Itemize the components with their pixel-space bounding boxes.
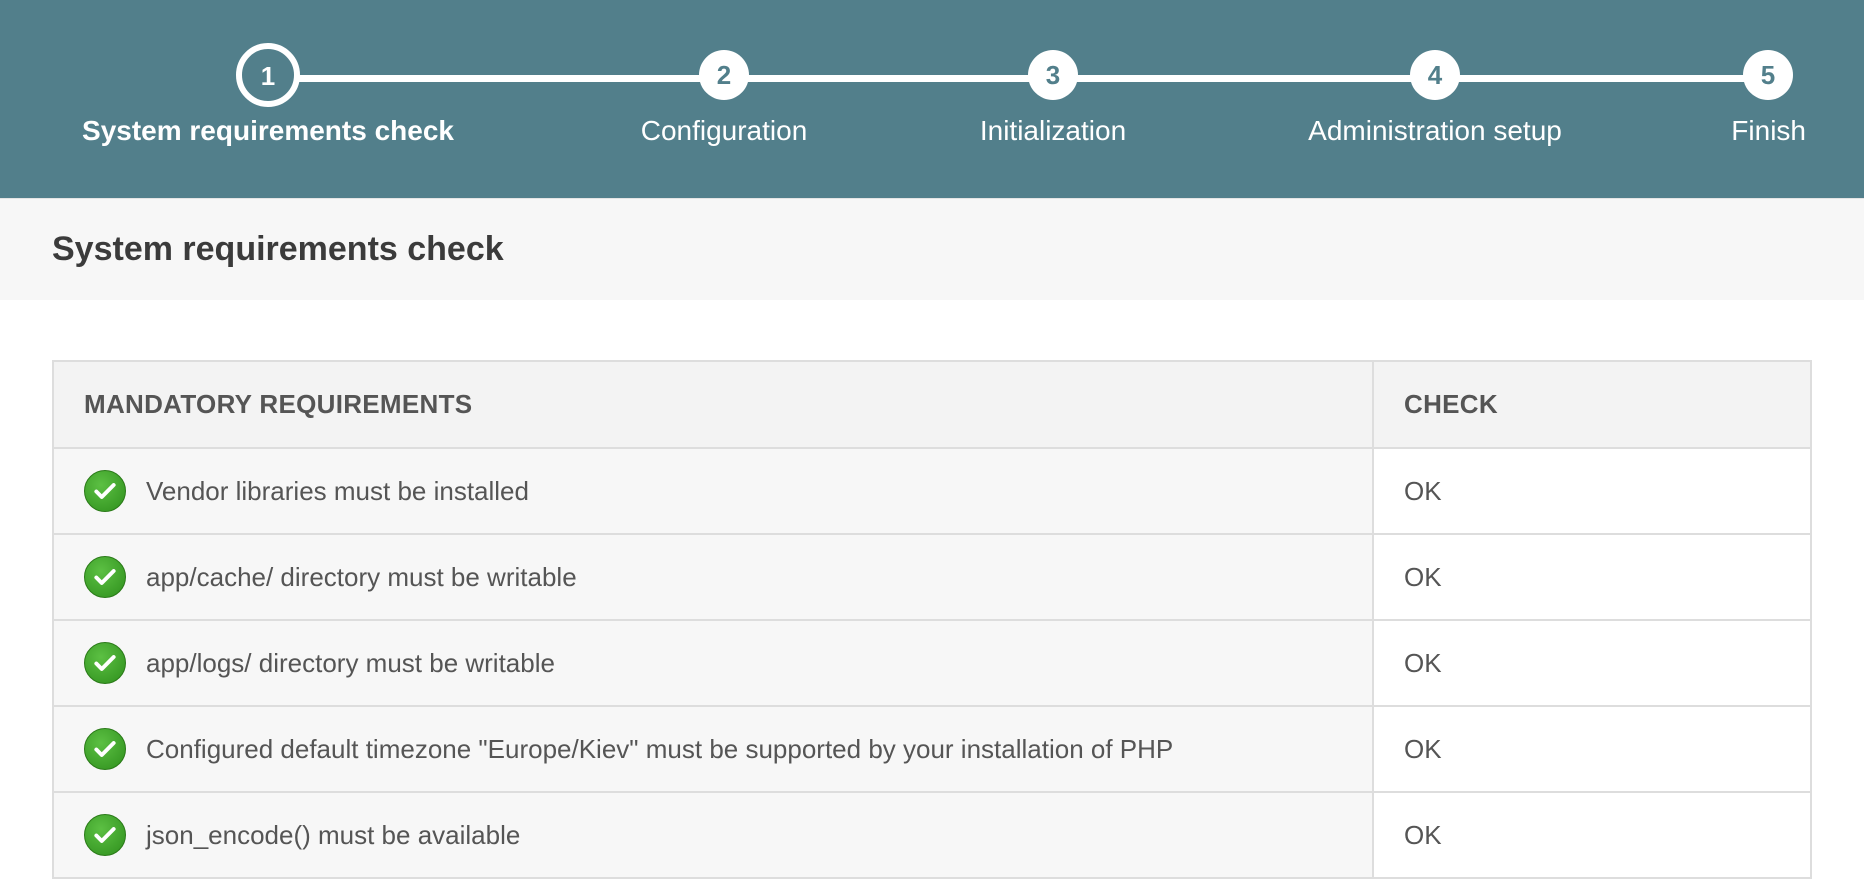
check-result: OK	[1372, 791, 1812, 879]
column-header-requirements: MANDATORY REQUIREMENTS	[52, 360, 1374, 449]
requirements-table: MANDATORY REQUIREMENTS CHECK Vendor libr…	[52, 360, 1812, 879]
table-row: json_encode() must be available OK	[52, 791, 1812, 879]
table-row: Configured default timezone "Europe/Kiev…	[52, 705, 1812, 793]
check-circle-icon	[84, 814, 126, 856]
requirement-text: Vendor libraries must be installed	[146, 475, 529, 506]
requirement-text: Configured default timezone "Europe/Kiev…	[146, 733, 1174, 764]
requirement-cell: Configured default timezone "Europe/Kiev…	[52, 705, 1374, 793]
page-title-bar: System requirements check	[0, 198, 1864, 300]
column-header-check: CHECK	[1372, 360, 1812, 449]
requirement-cell: app/logs/ directory must be writable	[52, 619, 1374, 707]
requirement-text: app/logs/ directory must be writable	[146, 647, 555, 678]
check-result: OK	[1372, 619, 1812, 707]
check-result: OK	[1372, 447, 1812, 535]
requirement-text: json_encode() must be available	[146, 819, 521, 850]
table-row: Vendor libraries must be installed OK	[52, 447, 1812, 535]
step-number-badge: 1	[236, 43, 300, 107]
check-result: OK	[1372, 533, 1812, 621]
check-circle-icon	[84, 556, 126, 598]
check-circle-icon	[84, 642, 126, 684]
table-row: app/logs/ directory must be writable OK	[52, 619, 1812, 707]
page-title: System requirements check	[52, 230, 504, 268]
installer-stepper: 1 System requirements check 2 Configurat…	[0, 0, 1864, 198]
step-number-badge: 2	[699, 50, 749, 100]
stepper-progress-line	[268, 75, 1768, 82]
requirement-text: app/cache/ directory must be writable	[146, 561, 577, 592]
requirements-table-wrapper: MANDATORY REQUIREMENTS CHECK Vendor libr…	[52, 360, 1812, 879]
table-row: app/cache/ directory must be writable OK	[52, 533, 1812, 621]
step-number-badge: 4	[1410, 50, 1460, 100]
requirement-cell: Vendor libraries must be installed	[52, 447, 1374, 535]
requirement-cell: app/cache/ directory must be writable	[52, 533, 1374, 621]
step-number-badge: 5	[1743, 50, 1793, 100]
check-result: OK	[1372, 705, 1812, 793]
step-label: Finish	[1731, 115, 1806, 146]
table-header-row: MANDATORY REQUIREMENTS CHECK	[52, 360, 1812, 449]
requirement-cell: json_encode() must be available	[52, 791, 1374, 879]
check-circle-icon	[84, 728, 126, 770]
step-number-badge: 3	[1028, 50, 1078, 100]
check-circle-icon	[84, 470, 126, 512]
